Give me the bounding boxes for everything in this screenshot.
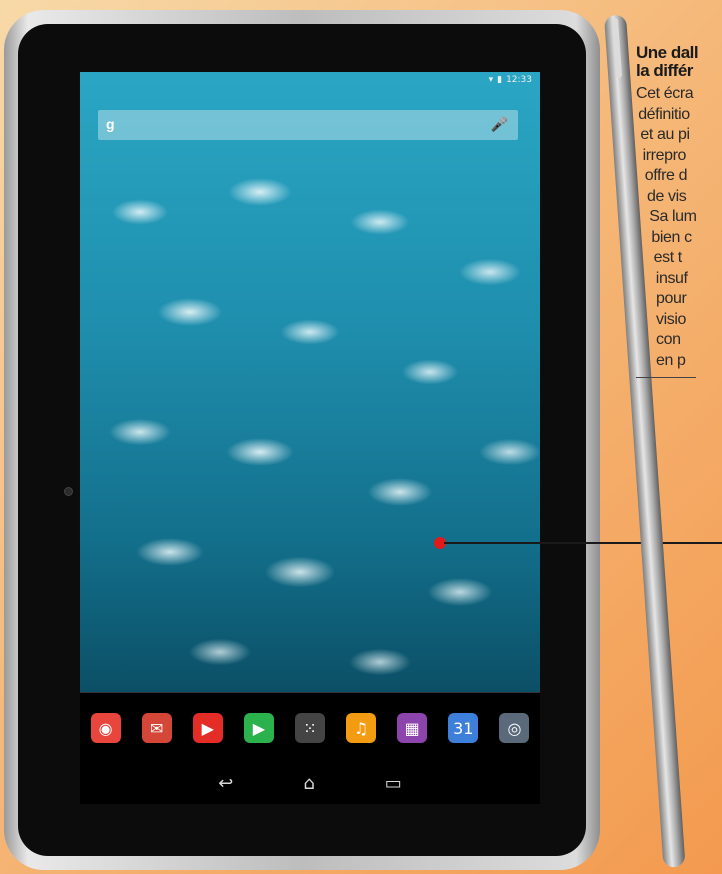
article-line: bien c <box>651 228 692 246</box>
gmail-icon[interactable]: ✉ <box>141 713 172 743</box>
article-line: de vis <box>647 187 687 205</box>
article-line: en p <box>656 351 686 369</box>
recents-icon[interactable]: ▭ <box>385 773 402 794</box>
heading-line: Une dall <box>636 44 699 62</box>
annotation-leader-line <box>444 542 722 544</box>
article-text: Une dall la différ Cet écra définitio et a… <box>636 44 722 378</box>
calendar-icon[interactable]: 31 <box>448 713 479 743</box>
battery-icon: ▮ <box>497 75 503 85</box>
camera-icon[interactable]: ◎ <box>499 713 530 743</box>
article-line: définitio <box>638 105 690 123</box>
article-line: pour <box>656 290 687 307</box>
home-icon[interactable]: ⌂ <box>303 773 314 794</box>
youtube-icon[interactable]: ▶ <box>192 713 223 743</box>
article-line: est t <box>653 249 683 266</box>
app-drawer-icon[interactable]: ⁙ <box>294 713 325 743</box>
status-bar: ▾ ▮ 12:33 <box>80 72 540 88</box>
article-body: Cet écra définitio et au pi irrepro offre d d… <box>636 84 722 371</box>
article-line: Cet écra <box>636 85 694 102</box>
article-line: offre d <box>644 167 688 184</box>
wallpaper-fish-school <box>80 72 540 692</box>
play-store-icon[interactable]: ▶ <box>243 713 274 743</box>
navigation-bar: ↩ ⌂ ▭ <box>80 762 540 804</box>
wifi-icon: ▾ <box>488 75 494 85</box>
article-line: et au pi <box>640 126 690 143</box>
article-line: con <box>656 331 681 348</box>
heading-line: la différ <box>636 61 693 80</box>
article-line: insuf <box>655 269 688 287</box>
tablet-screen: ▾ ▮ 12:33 g 🎤 ◉ ✉ ▶ ▶ ⁙ ♫ ▦ 31 ◎ ↩ ⌂ ▭ <box>80 72 540 804</box>
status-time: 12:33 <box>506 75 532 85</box>
google-search-bar[interactable]: g 🎤 <box>98 110 518 140</box>
article-line: visio <box>656 310 687 328</box>
play-music-icon[interactable]: ♫ <box>346 713 377 743</box>
google-logo-icon: g <box>106 116 115 132</box>
article-heading: Une dall la différ <box>636 44 722 80</box>
back-icon[interactable]: ↩ <box>218 773 233 794</box>
article-line: irrepro <box>642 146 687 164</box>
mic-icon[interactable]: 🎤 <box>491 116 508 133</box>
app-dock: ◉ ✉ ▶ ▶ ⁙ ♫ ▦ 31 ◎ <box>80 692 540 763</box>
front-camera <box>64 487 73 496</box>
divider <box>636 377 696 378</box>
chrome-icon[interactable]: ◉ <box>90 713 121 743</box>
gallery-icon[interactable]: ▦ <box>397 713 428 743</box>
article-line: Sa lum <box>649 208 697 225</box>
